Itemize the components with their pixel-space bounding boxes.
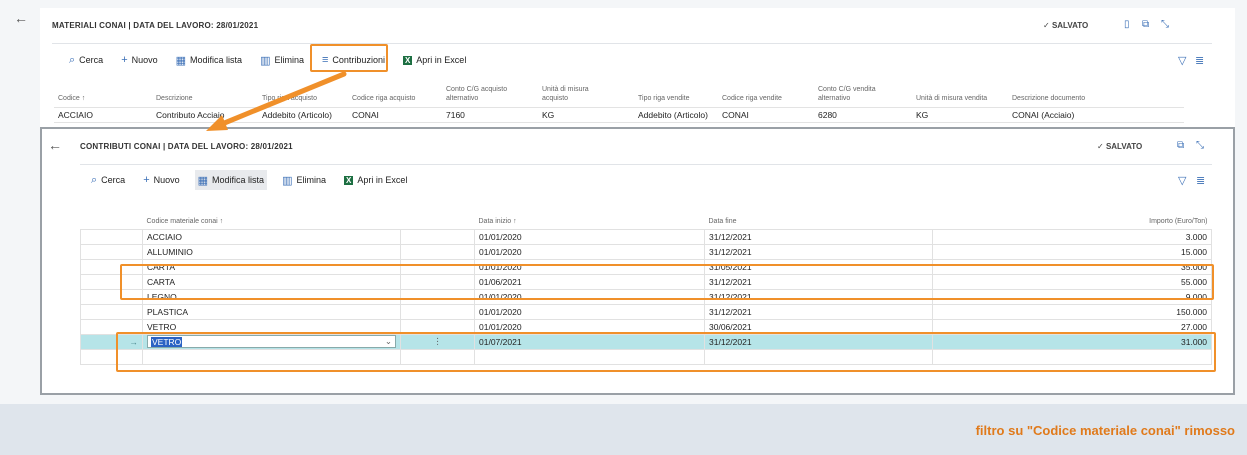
pointer-arrow bbox=[206, 71, 347, 131]
caption-text: filtro su "Codice materiale conai" rimos… bbox=[975, 423, 1235, 438]
